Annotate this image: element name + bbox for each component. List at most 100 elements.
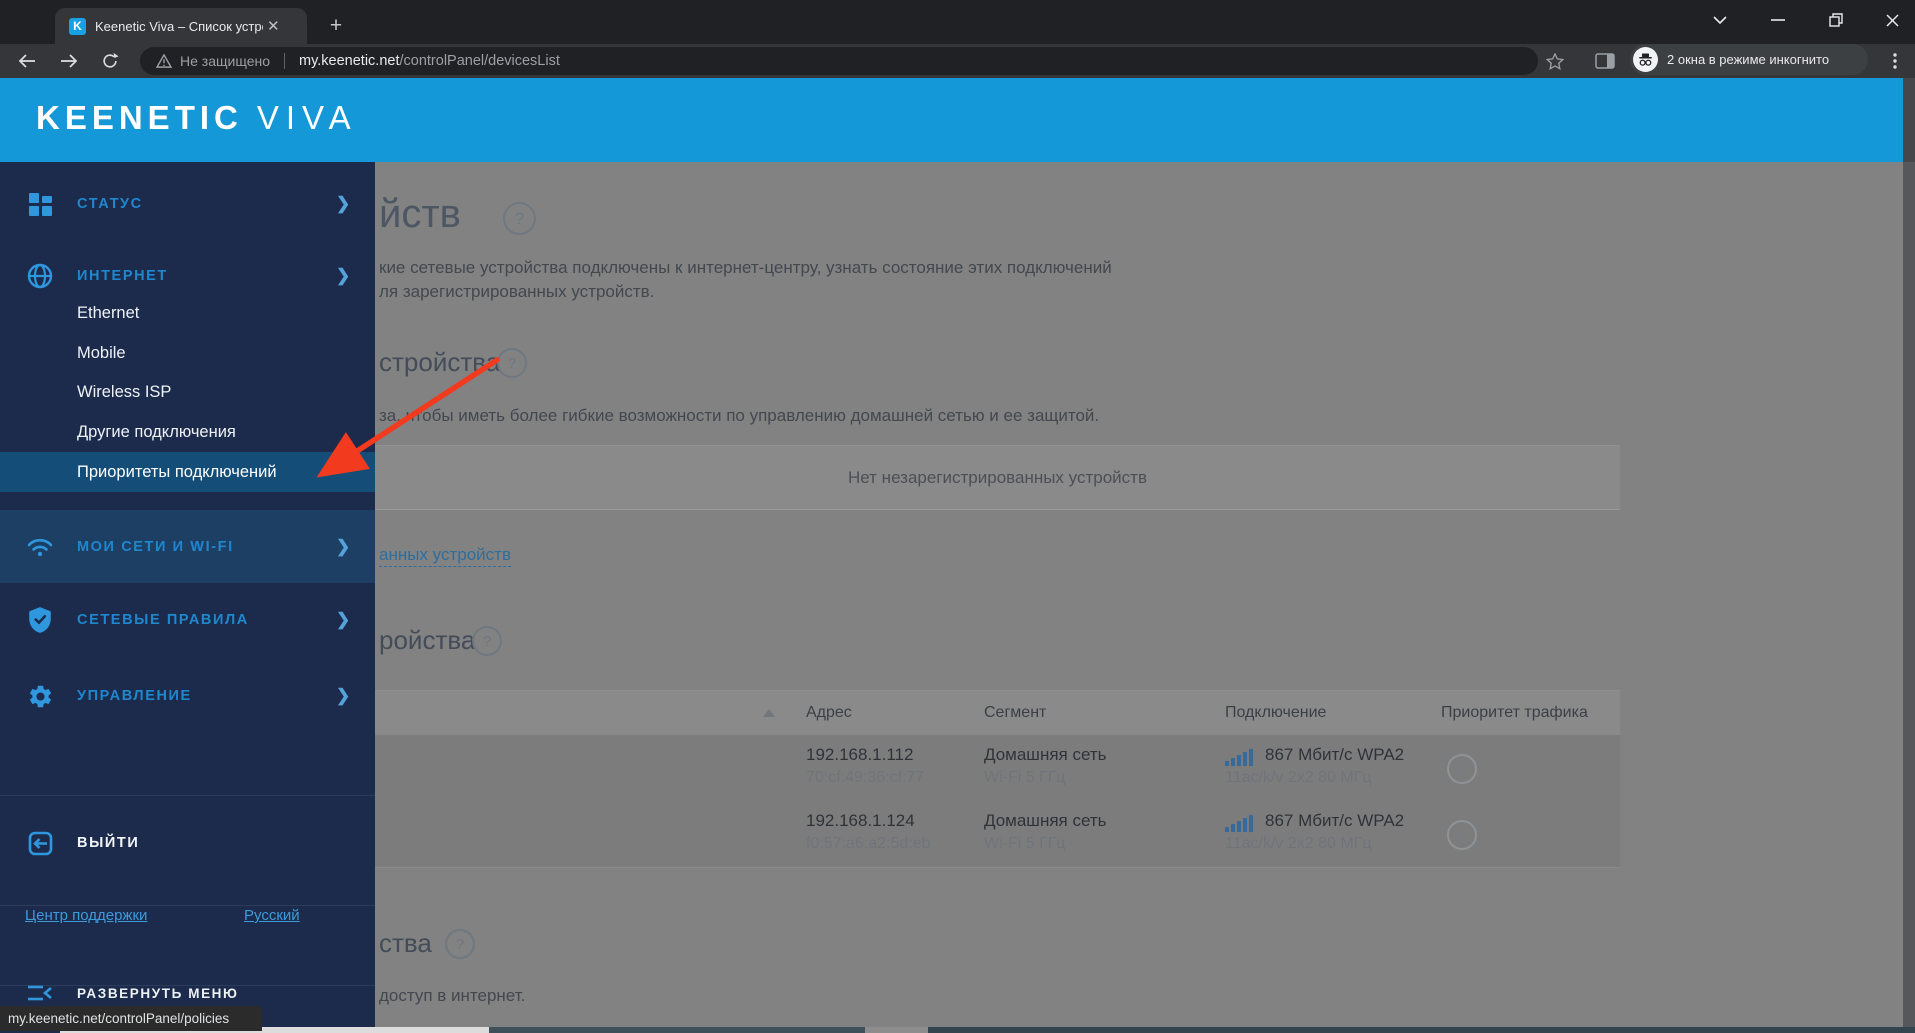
url-path: /controlPanel/devicesList bbox=[399, 53, 560, 69]
traffic-priority-badge[interactable]: 6 bbox=[1447, 754, 1477, 784]
keenetic-logo: KEENETIC VIVA bbox=[36, 99, 358, 136]
device-speed: 867 Мбит/с WPA2 bbox=[1265, 811, 1405, 830]
url-host: my.keenetic.net bbox=[299, 53, 400, 69]
gear-icon bbox=[25, 681, 55, 711]
help-icon[interactable]: ? bbox=[445, 929, 475, 959]
tab-close-icon[interactable]: ✕ bbox=[267, 17, 280, 35]
annotation-arrow bbox=[316, 357, 500, 478]
sidebar-item-my-networks-wifi[interactable]: МОИ СЕТИ И WI-FI ❯ bbox=[0, 510, 375, 583]
sidebar-subitem-label: Приоритеты подключений bbox=[77, 462, 277, 481]
help-icon[interactable]: ? bbox=[472, 626, 502, 656]
tab-title: Keenetic Viva – Список устройст bbox=[95, 18, 263, 34]
sidebar-subitem-label: Wireless ISP bbox=[77, 382, 172, 401]
incognito-label: 2 окна в режиме инкогнито bbox=[1667, 52, 1830, 67]
sidebar-menu: СТАТУС ❯ ИНТЕРНЕТ ❯ Ethernet Mobile Wire… bbox=[0, 162, 375, 1033]
side-panel-icon[interactable] bbox=[1590, 46, 1620, 76]
incognito-windows-badge[interactable]: 2 окна в режиме инкогнито bbox=[1630, 44, 1868, 75]
keenetic-favicon: K bbox=[69, 17, 86, 35]
device-table-row[interactable]: 192.168.1.112 70:cf:49:36:cf:77 Домашняя… bbox=[375, 735, 1620, 802]
sidebar-subitem-label: Mobile bbox=[77, 343, 126, 362]
back-button[interactable] bbox=[12, 46, 42, 76]
reload-button[interactable] bbox=[95, 46, 125, 76]
new-tab-button[interactable]: + bbox=[322, 12, 350, 40]
language-link[interactable]: Русский bbox=[244, 907, 300, 924]
sidebar-item-label: ИНТЕРНЕТ bbox=[77, 268, 168, 284]
empty-unregistered-row: Нет незарегистрированных устройств bbox=[375, 445, 1620, 510]
column-header-connection[interactable]: Подключение bbox=[1225, 704, 1326, 722]
device-mac: f0:57:a6:a2:5d:eb bbox=[806, 835, 931, 852]
globe-icon bbox=[25, 261, 55, 291]
chevron-right-icon: ❯ bbox=[336, 266, 351, 285]
window-minimize-button[interactable] bbox=[1752, 0, 1804, 40]
sidebar-item-status[interactable]: СТАТУС ❯ bbox=[0, 176, 375, 232]
window-restore-button[interactable] bbox=[1810, 0, 1862, 40]
sidebar-item-label: ВЫЙТИ bbox=[77, 835, 140, 851]
intro-line-2: ля зарегистрированных устройств. bbox=[379, 282, 655, 301]
chrome-menu-icon[interactable] bbox=[1880, 46, 1910, 76]
device-table-row[interactable]: 192.168.1.124 f0:57:a6:a2:5d:eb Домашняя… bbox=[375, 801, 1620, 868]
sidebar-divider bbox=[0, 795, 375, 796]
signal-strength-icon bbox=[1225, 815, 1255, 837]
page-title-fragment: йств bbox=[379, 192, 461, 236]
address-bar[interactable]: Не защищено my.keenetic.net/controlPanel… bbox=[140, 47, 1538, 75]
intro-paragraph: кие сетевые устройства подключены к инте… bbox=[379, 256, 1112, 304]
tab-strip: K Keenetic Viva – Список устройст ✕ + bbox=[0, 0, 1915, 44]
sidebar-item-network-rules[interactable]: СЕТЕВЫЕ ПРАВИЛА ❯ bbox=[0, 594, 375, 646]
shield-check-icon bbox=[25, 605, 55, 635]
bottom-edge-segment bbox=[928, 1027, 1915, 1033]
incognito-icon bbox=[1633, 47, 1658, 72]
screen: K Keenetic Viva – Список устройст ✕ + Не… bbox=[0, 0, 1915, 1033]
sidebar-subitem-label: Ethernet bbox=[77, 303, 140, 322]
page-scrollbar[interactable] bbox=[1903, 78, 1915, 1033]
bookmark-star-icon[interactable] bbox=[1540, 46, 1570, 76]
sidebar-item-label: СТАТУС bbox=[77, 196, 143, 212]
main-content: йств ? кие сетевые устройства подключены… bbox=[375, 162, 1903, 1033]
chevron-right-icon: ❯ bbox=[336, 686, 351, 705]
dashboard-icon bbox=[25, 189, 55, 219]
blocked-devices-heading-fragment: ства bbox=[379, 928, 432, 958]
chevron-right-icon: ❯ bbox=[336, 610, 351, 629]
device-ip: 192.168.1.124 bbox=[806, 811, 915, 830]
browser-tab[interactable]: K Keenetic Viva – Список устройст ✕ bbox=[55, 8, 307, 44]
wifi-icon bbox=[25, 532, 55, 562]
sidebar-item-logout[interactable]: ВЫЙТИ bbox=[0, 817, 375, 869]
status-bar-tooltip: my.keenetic.net/controlPanel/policies bbox=[0, 1006, 262, 1031]
window-close-button[interactable] bbox=[1866, 0, 1915, 40]
device-ip: 192.168.1.112 bbox=[806, 745, 914, 764]
sidebar-divider bbox=[0, 905, 375, 906]
empty-state-text: Нет незарегистрированных устройств bbox=[848, 467, 1147, 487]
sidebar-item-label: МОИ СЕТИ И WI-FI bbox=[77, 538, 234, 555]
security-label[interactable]: Не защищено bbox=[180, 53, 270, 69]
support-center-link[interactable]: Центр поддержки bbox=[25, 907, 147, 924]
device-mode: 11ac/k/v 2x2 80 МГц bbox=[1225, 835, 1372, 852]
collapse-menu-icon bbox=[25, 978, 55, 1008]
sidebar-item-label: РАЗВЕРНУТЬ МЕНЮ bbox=[77, 985, 239, 1001]
column-header-traffic-priority[interactable]: Приоритет трафика bbox=[1441, 704, 1588, 722]
show-registered-devices-link-fragment[interactable]: анных устройств bbox=[379, 545, 511, 567]
column-header-segment[interactable]: Сегмент bbox=[984, 704, 1046, 722]
sidebar-item-ethernet[interactable]: Ethernet bbox=[0, 293, 375, 333]
tab-search-chevron-icon[interactable] bbox=[1694, 0, 1746, 40]
registered-devices-heading-fragment: ройства bbox=[379, 625, 476, 655]
forward-button[interactable] bbox=[54, 46, 84, 76]
signal-strength-icon bbox=[1225, 749, 1255, 771]
omnibox-divider bbox=[284, 53, 285, 69]
blocked-devices-text-fragment: доступ в интернет. bbox=[379, 986, 526, 1005]
bottom-edge-segment bbox=[489, 1027, 865, 1033]
sidebar-item-internet[interactable]: ИНТЕРНЕТ ❯ bbox=[0, 255, 375, 297]
sort-ascending-icon[interactable] bbox=[763, 709, 775, 717]
device-band: Wi-Fi 5 ГГц bbox=[984, 769, 1066, 786]
chevron-right-icon: ❯ bbox=[336, 536, 351, 556]
sidebar-item-label: УПРАВЛЕНИЕ bbox=[77, 688, 192, 704]
devices-table-header: Адрес Сегмент Подключение Приоритет траф… bbox=[375, 690, 1620, 736]
device-band: Wi-Fi 5 ГГц bbox=[984, 835, 1066, 852]
help-icon[interactable]: ? bbox=[503, 202, 536, 235]
column-header-address[interactable]: Адрес bbox=[806, 704, 852, 722]
model-name: VIVA bbox=[256, 99, 358, 136]
device-segment: Домашняя сеть bbox=[984, 811, 1107, 830]
page-scrollbar-track[interactable] bbox=[1903, 78, 1915, 162]
traffic-priority-badge[interactable]: 6 bbox=[1447, 820, 1477, 850]
not-secure-warning-icon[interactable] bbox=[156, 54, 172, 68]
device-mac: 70:cf:49:36:cf:77 bbox=[806, 769, 925, 786]
sidebar-item-management[interactable]: УПРАВЛЕНИЕ ❯ bbox=[0, 670, 375, 722]
